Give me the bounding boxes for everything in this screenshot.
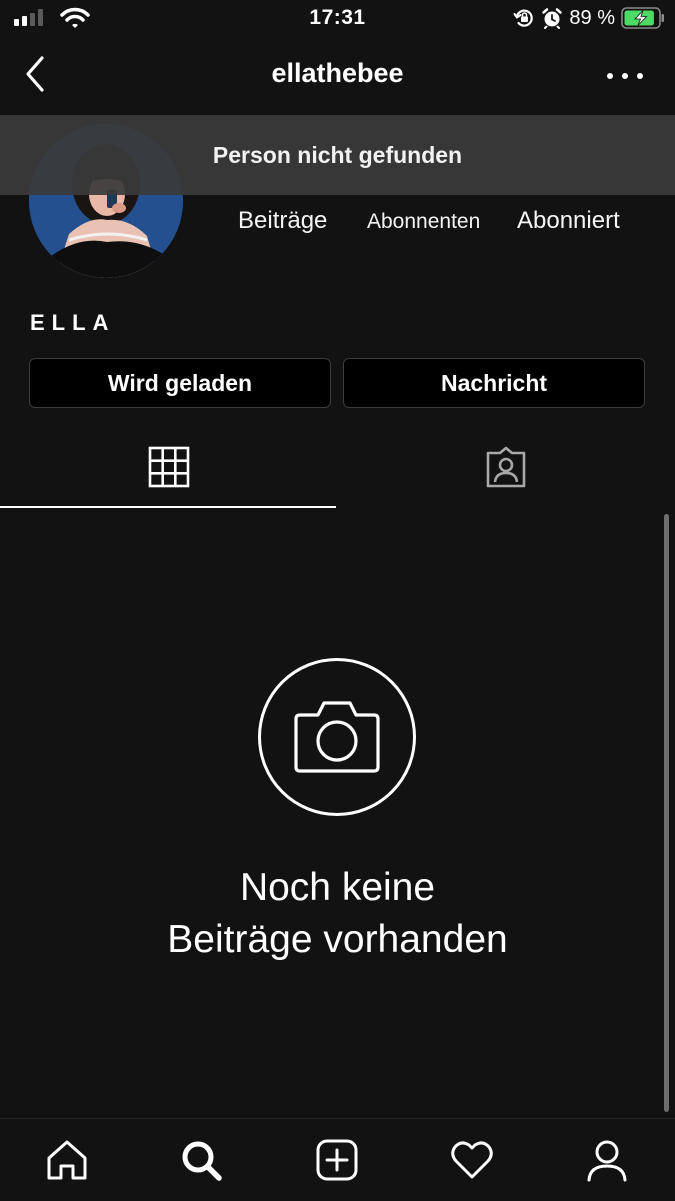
nav-add-post-button[interactable] xyxy=(314,1137,360,1183)
grid-icon xyxy=(148,446,189,488)
empty-state-line-2: Beiträge vorhanden xyxy=(167,918,508,961)
nav-activity-button[interactable] xyxy=(449,1137,495,1183)
battery-charging-icon xyxy=(621,7,664,29)
ellipsis-icon xyxy=(607,73,613,79)
tab-tagged[interactable] xyxy=(337,428,674,506)
follow-loading-button[interactable]: Wird geladen xyxy=(29,358,331,408)
toast-message: Person nicht gefunden xyxy=(212,141,463,168)
stat-followers-label[interactable]: Abonnenten xyxy=(367,210,480,234)
display-name: ELLA xyxy=(30,310,116,335)
profile-header: ellathebee xyxy=(0,38,675,114)
empty-state-camera xyxy=(258,658,416,816)
alarm-icon xyxy=(542,8,563,29)
empty-state-line-1: Noch keine xyxy=(239,866,436,909)
search-icon xyxy=(182,1141,222,1181)
tagged-person-icon xyxy=(486,446,525,488)
message-button-label: Nachricht xyxy=(440,369,548,396)
stat-posts-label[interactable]: Beiträge xyxy=(238,207,327,235)
follow-button-label: Wird geladen xyxy=(107,369,253,396)
camera-icon xyxy=(294,701,380,773)
more-options-button[interactable] xyxy=(607,64,643,88)
nav-profile-button[interactable] xyxy=(584,1137,630,1183)
nav-search-button[interactable] xyxy=(178,1137,224,1183)
battery-percentage: 89 % xyxy=(569,6,615,29)
active-tab-indicator xyxy=(0,506,336,508)
orientation-lock-icon xyxy=(513,9,534,27)
add-post-icon xyxy=(316,1139,358,1181)
heart-icon xyxy=(451,1141,493,1179)
username-title: ellathebee xyxy=(271,58,404,88)
bottom-navigation xyxy=(0,1118,675,1201)
home-icon xyxy=(47,1140,87,1180)
stat-following-label[interactable]: Abonniert xyxy=(517,207,620,235)
nav-home-button[interactable] xyxy=(44,1137,90,1183)
status-bar: 17:31 89 % xyxy=(0,0,675,38)
tab-posts-grid[interactable] xyxy=(0,428,337,506)
profile-icon xyxy=(587,1140,627,1182)
message-button[interactable]: Nachricht xyxy=(343,358,645,408)
scrollbar[interactable] xyxy=(664,514,669,1112)
empty-state-message: Noch keine Beiträge vorhanden xyxy=(0,862,675,966)
error-toast: Person nicht gefunden xyxy=(0,115,675,195)
